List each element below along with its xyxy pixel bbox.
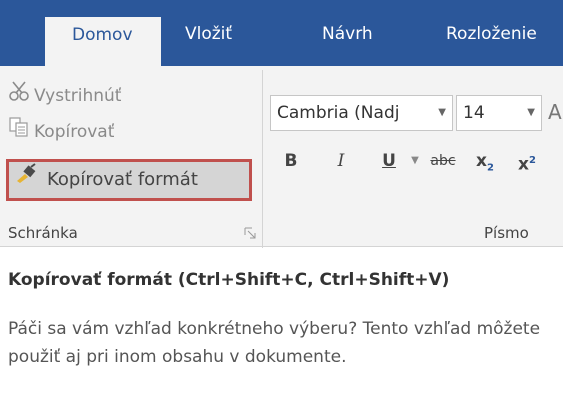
tooltip-title: Kopírovať formát (Ctrl+Shift+C, Ctrl+Shi…: [8, 270, 450, 290]
font-name-combobox[interactable]: Cambria (Nadj ▼: [270, 95, 453, 131]
cut-button[interactable]: Vystrihnúť: [8, 80, 121, 110]
tab-home[interactable]: Domov: [45, 17, 161, 66]
copy-icon: [8, 116, 34, 148]
chevron-down-icon[interactable]: ▼: [527, 96, 535, 130]
superscript-x: x: [518, 154, 529, 175]
dialog-launcher-icon[interactable]: [244, 227, 256, 239]
ribbon-tab-bar: Domov Vložiť Návrh Rozloženie: [0, 0, 563, 66]
underline-button[interactable]: U: [376, 148, 402, 174]
font-group-label: Písmo: [484, 224, 529, 242]
font-size-combobox[interactable]: 14 ▼: [456, 95, 542, 131]
underline-dropdown-icon[interactable]: ▼: [408, 148, 422, 174]
tab-layout[interactable]: Rozloženie: [446, 24, 537, 44]
superscript-button[interactable]: x2: [512, 148, 542, 175]
subscript-x: x: [476, 151, 487, 171]
subscript-two: 2: [487, 162, 494, 174]
tab-insert[interactable]: Vložiť: [185, 24, 232, 44]
clipboard-group-label: Schránka: [8, 224, 78, 242]
italic-button[interactable]: I: [328, 148, 354, 174]
chevron-down-icon[interactable]: ▼: [438, 96, 446, 130]
format-painter-button[interactable]: Kopírovať formát: [6, 159, 252, 201]
paintbrush-icon: [9, 162, 47, 198]
ribbon-bottom-border: [0, 246, 563, 247]
format-painter-label: Kopírovať formát: [47, 169, 198, 190]
copy-button[interactable]: Kopírovať: [8, 116, 114, 146]
strikethrough-button[interactable]: abc: [426, 148, 460, 174]
cut-label: Vystrihnúť: [34, 86, 122, 106]
font-partial-label: A: [548, 100, 562, 124]
tab-design[interactable]: Návrh: [322, 24, 373, 44]
group-divider: [262, 70, 263, 248]
copy-label: Kopírovať: [34, 122, 115, 142]
font-name-value: Cambria (Nadj: [277, 103, 400, 123]
scissors-icon: [8, 80, 34, 112]
tooltip-body: Páči sa vám vzhľad konkrétneho výberu? T…: [8, 319, 541, 367]
subscript-button[interactable]: x2: [470, 148, 500, 174]
font-size-value: 14: [463, 103, 485, 123]
bold-button[interactable]: B: [278, 148, 304, 174]
superscript-two: 2: [529, 155, 536, 166]
